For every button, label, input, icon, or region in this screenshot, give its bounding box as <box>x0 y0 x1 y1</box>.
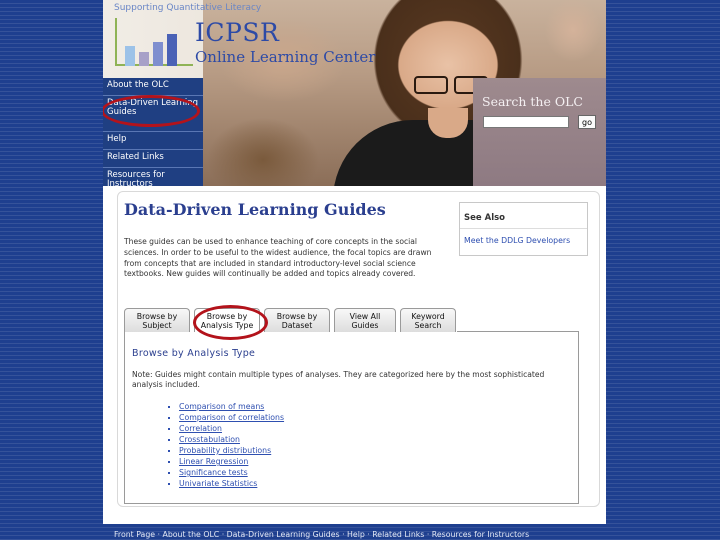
intro-text: These guides can be used to enhance teac… <box>124 237 432 279</box>
see-also-box: See Also Meet the DDLG Developers <box>459 202 588 256</box>
page-title: Data-Driven Learning Guides <box>124 200 386 219</box>
list-item[interactable]: Correlation <box>179 423 284 434</box>
content-box: Data-Driven Learning Guides These guides… <box>117 191 600 507</box>
analysis-link[interactable]: Comparison of correlations <box>179 413 284 422</box>
analysis-link[interactable]: Probability distributions <box>179 446 271 455</box>
search-go-button[interactable]: go <box>578 115 596 129</box>
analysis-link[interactable]: Crosstabulation <box>179 435 240 444</box>
section-title: Browse by Analysis Type <box>132 348 256 359</box>
analysis-note: Note: Guides might contain multiple type… <box>132 370 545 389</box>
nav-item-help[interactable]: Help <box>103 132 203 150</box>
list-item[interactable]: Significance tests <box>179 467 284 478</box>
photo-person-right <box>533 0 606 80</box>
search-panel: Search the OLC go <box>473 78 606 186</box>
brand-name[interactable]: ICPSR <box>195 18 279 47</box>
brand-subtitle[interactable]: Online Learning Center <box>195 48 375 66</box>
footer-links[interactable]: Front Page · About the OLC · Data-Driven… <box>114 530 614 539</box>
icpsr-logo-icon[interactable] <box>115 18 193 66</box>
tab-panel: Browse by Analysis Type Note: Guides mig… <box>124 332 579 504</box>
see-also-link-developers[interactable]: Meet the DDLG Developers <box>464 236 570 245</box>
list-item[interactable]: Crosstabulation <box>179 434 284 445</box>
tab-view-all-guides[interactable]: View All Guides <box>334 308 396 332</box>
list-item[interactable]: Probability distributions <box>179 445 284 456</box>
search-title: Search the OLC <box>482 94 583 109</box>
list-item[interactable]: Comparison of means <box>179 401 284 412</box>
tab-browse-by-dataset[interactable]: Browse by Dataset <box>264 308 330 332</box>
nav-item-resources[interactable]: Resources for Instructors <box>103 168 203 187</box>
list-item[interactable]: Comparison of correlations <box>179 412 284 423</box>
analysis-type-list: Comparison of means Comparison of correl… <box>169 401 284 489</box>
tab-keyword-search[interactable]: Keyword Search <box>400 308 456 332</box>
analysis-link[interactable]: Linear Regression <box>179 457 248 466</box>
analysis-link[interactable]: Univariate Statistics <box>179 479 257 488</box>
see-also-title: See Also <box>464 213 506 223</box>
search-input[interactable] <box>483 116 569 128</box>
nav-item-related-links[interactable]: Related Links <box>103 150 203 168</box>
annotation-oval-tab <box>193 305 268 340</box>
analysis-link[interactable]: Significance tests <box>179 468 248 477</box>
site-header: Supporting Quantitative Literacy ICPSR O… <box>103 0 606 186</box>
photo-person-left <box>203 70 353 186</box>
annotation-oval-nav <box>103 95 200 127</box>
list-item[interactable]: Linear Regression <box>179 456 284 467</box>
analysis-link[interactable]: Correlation <box>179 424 222 433</box>
tab-browse-by-subject[interactable]: Browse by Subject <box>124 308 190 332</box>
list-item[interactable]: Univariate Statistics <box>179 478 284 489</box>
nav-item-about[interactable]: About the OLC <box>103 78 203 96</box>
see-also-divider <box>460 228 587 229</box>
analysis-link[interactable]: Comparison of means <box>179 402 264 411</box>
page: Supporting Quantitative Literacy ICPSR O… <box>103 0 606 524</box>
site-tagline: Supporting Quantitative Literacy <box>114 3 262 13</box>
